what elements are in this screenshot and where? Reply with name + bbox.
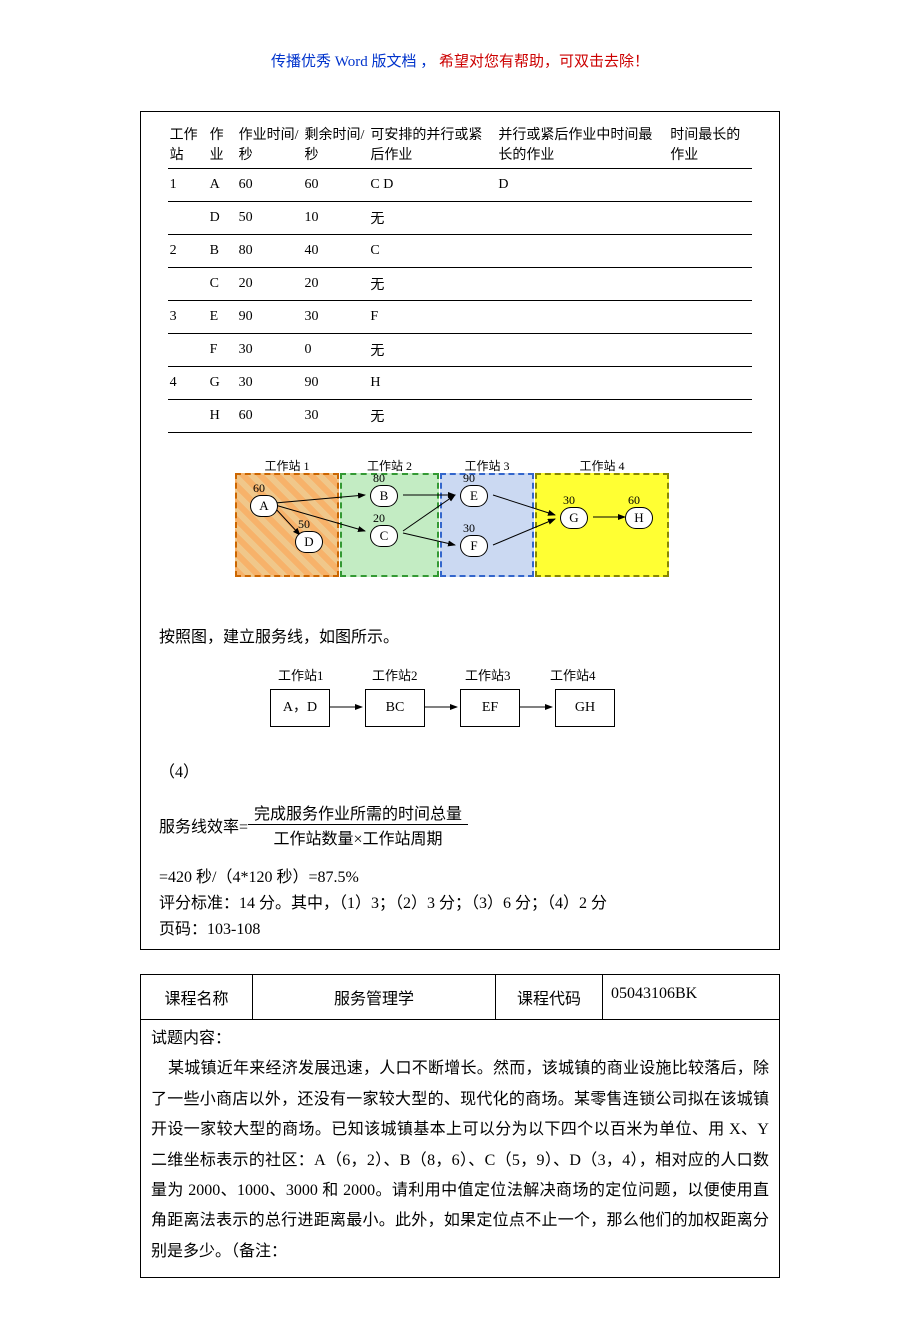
workstation-table: 工作站 作业 作业时间/秒 剩余时间/秒 可安排的并行或紧后作业 并行或紧后作业… — [168, 120, 753, 433]
node-D-value: 50 — [298, 517, 310, 532]
th-6: 时间最长的作业 — [668, 120, 752, 169]
precedence-diagram: 工作站 1 工作站 2 工作站 3 工作站 4 A 60 — [235, 453, 685, 583]
table-row: 1A6060C DD — [168, 169, 753, 202]
node-H: H — [625, 507, 653, 529]
efficiency-formula: 服务线效率= 完成服务作业所需的时间总量 工作站数量×工作站周期 — [149, 800, 771, 849]
page-ref: 页码：103-108 — [149, 915, 771, 939]
node-C-value: 20 — [373, 511, 385, 526]
course-code-value: 05043106BK — [603, 975, 779, 1019]
th-3: 剩余时间/秒 — [303, 120, 369, 169]
header-part1: 传播优秀 Word 版文档 ， — [271, 54, 435, 70]
table-row: C2020无 — [168, 268, 753, 301]
th-2: 作业时间/秒 — [237, 120, 303, 169]
content-label: 试题内容： — [151, 1030, 231, 1047]
main-box-2: 课程名称 服务管理学 课程代码 05043106BK 试题内容： 某城镇近年来经… — [140, 974, 780, 1278]
th-4: 可安排的并行或紧后作业 — [368, 120, 496, 169]
table-row: 2B8040C — [168, 235, 753, 268]
flow-label-1: 工作站1 — [278, 665, 324, 684]
node-A-value: 60 — [253, 481, 265, 496]
flow-arrows — [270, 689, 650, 729]
formula-numerator: 完成服务作业所需的时间总量 — [248, 800, 468, 825]
content-paragraph: 某城镇近年来经济发展迅速，人口不断增长。然而，该城镇的商业设施比较落后，除了一些… — [151, 1060, 769, 1259]
node-G: G — [560, 507, 588, 529]
node-E: E — [460, 485, 488, 507]
table-row: 3E9030F — [168, 301, 753, 334]
flow-label-2: 工作站2 — [372, 665, 418, 684]
course-code-label: 课程代码 — [496, 975, 603, 1019]
main-box-1: 工作站 作业 作业时间/秒 剩余时间/秒 可安排的并行或紧后作业 并行或紧后作业… — [140, 111, 780, 950]
question-content: 试题内容： 某城镇近年来经济发展迅速，人口不断增长。然而，该城镇的商业设施比较落… — [141, 1020, 779, 1277]
table-row: F300无 — [168, 334, 753, 367]
calc-line: =420 秒/（4*120 秒）=87.5% — [149, 863, 771, 887]
course-name-label: 课程名称 — [141, 975, 253, 1019]
part4-label: （4） — [149, 758, 771, 782]
service-line-diagram: 工作站1 工作站2 工作站3 工作站4 A，D BC EF GH — [270, 665, 650, 740]
flow-label-3: 工作站3 — [465, 665, 511, 684]
main-box-1-content: 工作站 作业 作业时间/秒 剩余时间/秒 可安排的并行或紧后作业 并行或紧后作业… — [141, 112, 779, 949]
node-G-value: 30 — [563, 493, 575, 508]
header-watermark: 传播优秀 Word 版文档 ， 希望对您有帮助，可双击去除！ — [0, 50, 920, 71]
node-F: F — [460, 535, 488, 557]
th-1: 作业 — [208, 120, 237, 169]
th-0: 工作站 — [168, 120, 208, 169]
formula-denominator: 工作站数量×工作站周期 — [248, 825, 468, 849]
header-part2: 希望对您有帮助，可双击去除！ — [439, 54, 649, 70]
grading-line: 评分标准：14 分。其中，（1）3；（2）3 分；（3）6 分；（4）2 分 — [149, 889, 771, 913]
table-row: H6030无 — [168, 400, 753, 433]
document-page: 传播优秀 Word 版文档 ， 希望对您有帮助，可双击去除！ 工作站 作业 作业… — [0, 0, 920, 1328]
course-name-value: 服务管理学 — [253, 975, 496, 1019]
node-A: A — [250, 495, 278, 517]
table-row: D5010无 — [168, 202, 753, 235]
formula-lhs: 服务线效率= — [159, 813, 248, 837]
node-C: C — [370, 525, 398, 547]
course-header-row: 课程名称 服务管理学 课程代码 05043106BK — [141, 975, 779, 1020]
table-header-row: 工作站 作业 作业时间/秒 剩余时间/秒 可安排的并行或紧后作业 并行或紧后作业… — [168, 120, 753, 169]
formula-fraction: 完成服务作业所需的时间总量 工作站数量×工作站周期 — [248, 800, 468, 849]
node-B: B — [370, 485, 398, 507]
node-E-value: 90 — [463, 471, 475, 486]
diagram-caption: 按照图，建立服务线，如图所示。 — [149, 623, 771, 647]
th-5: 并行或紧后作业中时间最长的作业 — [496, 120, 668, 169]
flow-label-4: 工作站4 — [550, 665, 596, 684]
node-D: D — [295, 531, 323, 553]
node-F-value: 30 — [463, 521, 475, 536]
node-H-value: 60 — [628, 493, 640, 508]
table-row: 4G3090H — [168, 367, 753, 400]
node-B-value: 80 — [373, 471, 385, 486]
